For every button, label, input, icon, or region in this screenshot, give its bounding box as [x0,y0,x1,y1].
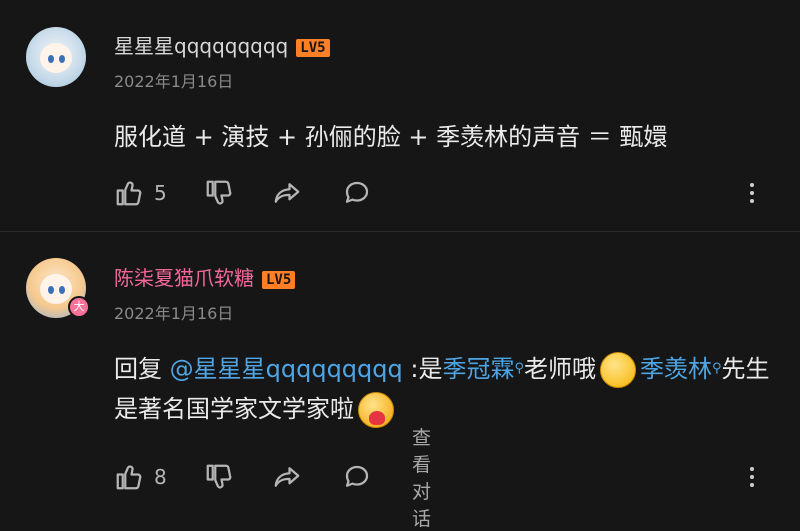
like-button[interactable]: 8 [114,462,167,492]
reply-button[interactable] [342,462,372,492]
thumbs-up-icon [116,181,142,206]
level-badge: LV5 [296,38,330,57]
share-button[interactable] [272,462,302,492]
username-text[interactable]: 星星星qqqqqqqqq [114,34,288,58]
search-keyword-link[interactable]: 季冠霖 [442,355,514,383]
smile-emoji [600,352,636,388]
search-keyword-link[interactable]: 季羡林 [640,355,712,383]
username[interactable]: 星星星qqqqqqqqq LV5 [114,30,330,59]
like-count: 5 [154,181,167,205]
comment-content: 服化道 + 演技 + 孙俪的脸 + 季羡林的声音 ＝ 甄嬛 [114,123,668,151]
thumbs-up-icon [116,465,142,490]
reply-button[interactable] [342,178,372,208]
comment-item: 大 陈柒夏猫爪软糖 LV5 2022年1月16日 回复 @星星星qqqqqqqqq… [0,232,800,530]
comment-date: 2022年1月16日 [114,304,234,323]
dislike-button[interactable] [204,462,234,492]
content-text: 老师哦 [524,355,596,383]
avatar-eye [48,286,54,294]
username[interactable]: 陈柒夏猫爪软糖 LV5 [114,262,296,291]
comment-item: 星星星qqqqqqqqq LV5 2022年1月16日 服化道 + 演技 + 孙俪… [0,0,800,231]
reply-prefix: 回复 [114,355,170,383]
hug-emoji [358,392,394,428]
mention-link[interactable]: @星星星qqqqqqqqq [170,355,403,383]
more-vertical-icon[interactable] [742,462,762,492]
avatar[interactable] [26,27,86,87]
view-dialog-link[interactable]: 查看对话 [412,427,431,530]
level-badge: LV5 [262,270,296,289]
search-icon: ⚲ [712,361,722,376]
reply-icon [345,465,369,487]
thumbs-down-icon [206,180,232,205]
username-text[interactable]: 陈柒夏猫爪软糖 [114,266,254,290]
like-button[interactable]: 5 [114,178,167,208]
share-icon [274,467,300,487]
share-icon [274,183,300,203]
avatar-eye [59,55,65,63]
more-vertical-icon[interactable] [742,178,762,208]
comment-content: 回复 @星星星qqqqqqqqq :是季冠霖⚲老师哦 季羡林⚲先生是著名国学家文学… [114,349,774,429]
comment-date: 2022年1月16日 [114,72,234,91]
avatar-eye [48,55,54,63]
vip-badge: 大 [68,296,90,318]
content-text: :是 [402,355,443,383]
thumbs-down-icon [206,464,232,489]
dislike-button[interactable] [204,178,234,208]
avatar-face [40,43,72,73]
share-button[interactable] [272,178,302,208]
reply-icon [345,181,369,203]
avatar-eye [59,286,65,294]
avatar-face [40,274,72,304]
like-count: 8 [154,465,167,489]
search-icon: ⚲ [514,361,524,376]
